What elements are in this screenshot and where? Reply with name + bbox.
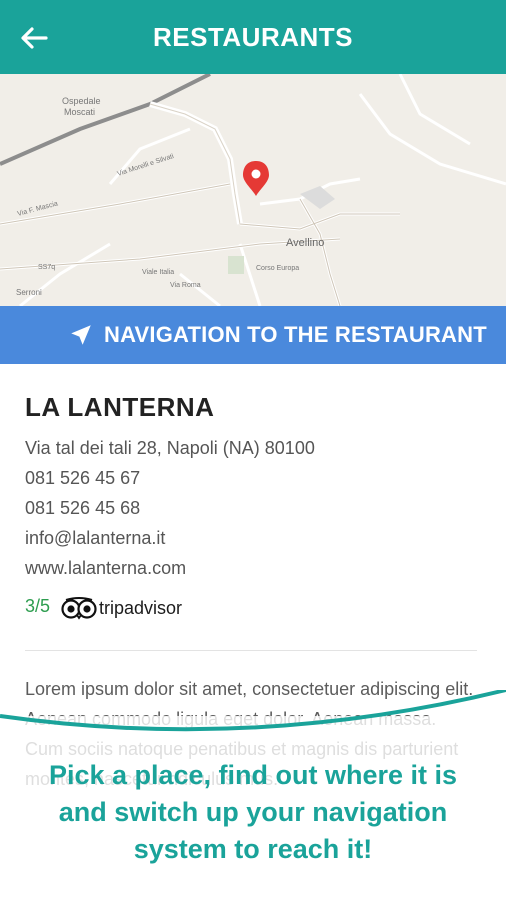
map-label: Serroni xyxy=(16,288,42,297)
restaurant-email[interactable]: info@lalanterna.it xyxy=(25,528,165,549)
map-label: Moscati xyxy=(64,107,95,117)
navigation-arrow-icon xyxy=(71,325,91,345)
restaurant-website[interactable]: www.lalanterna.com xyxy=(25,558,186,579)
promo-line-1: Pick a place, find out where it is xyxy=(48,760,458,790)
navigation-button-label: NAVIGATION TO THE RESTAURANT xyxy=(104,322,487,347)
map-label: Corso Europa xyxy=(256,265,299,272)
page-title: RESTAURANTS xyxy=(152,22,354,52)
promo-text: Pick a place, find out where it is and s… xyxy=(0,757,506,868)
restaurant-phone-1[interactable]: 081 526 45 67 xyxy=(25,468,140,489)
promo-line-3: system to reach it! xyxy=(133,834,373,864)
tripadvisor-label: tripadvisor xyxy=(99,598,183,618)
promo-line-2: and switch up your navigation xyxy=(58,797,448,827)
restaurant-phone-2[interactable]: 081 526 45 68 xyxy=(25,498,140,519)
divider xyxy=(25,650,477,651)
app-bar: RESTAURANTS xyxy=(0,0,506,74)
restaurant-name: LA LANTERNA xyxy=(25,392,215,422)
tripadvisor-owl-icon xyxy=(61,597,97,620)
navigation-button[interactable]: NAVIGATION TO THE RESTAURANT xyxy=(0,306,506,364)
map-label: Via Roma xyxy=(170,282,201,289)
rating-value: 3/5 xyxy=(25,596,51,616)
restaurant-address[interactable]: Via tal dei tali 28, Napoli (NA) 80100 xyxy=(25,438,315,459)
tripadvisor-logo[interactable]: tripadvisor xyxy=(61,596,191,620)
map-label: Viale Italia xyxy=(142,269,174,276)
map-label: Ospedale xyxy=(62,96,101,106)
map-label: SS7q xyxy=(38,264,55,271)
map-view[interactable]: Ospedale Moscati Via Morelli e Silvati V… xyxy=(0,74,506,306)
map-label: Avellino xyxy=(286,237,324,249)
